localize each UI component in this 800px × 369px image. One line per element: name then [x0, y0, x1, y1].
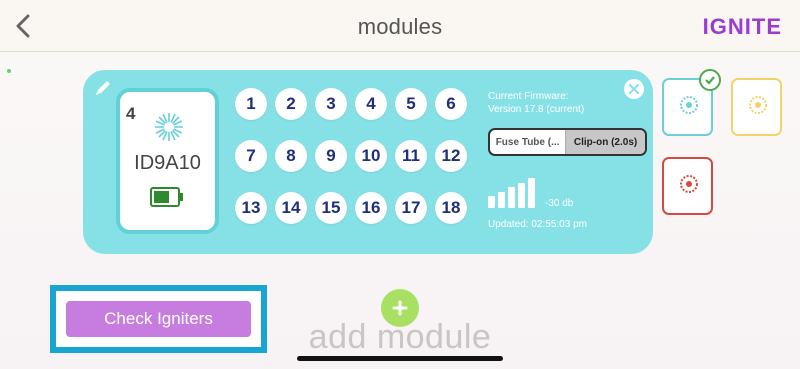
cue-button-13[interactable]: 13 — [235, 192, 267, 224]
close-button[interactable] — [624, 79, 644, 99]
cue-button-11[interactable]: 11 — [395, 140, 427, 172]
battery-icon — [150, 187, 183, 207]
cue-button-4[interactable]: 4 — [355, 88, 387, 120]
signal-bar — [508, 187, 515, 208]
signal-db: -30 db — [545, 198, 574, 209]
edit-pencil-icon[interactable] — [93, 78, 115, 100]
module-card[interactable]: 4 ID9A10 1 2 3 4 5 6 7 8 9 10 11 12 13 14 15 16 17 18 Cur… — [83, 70, 653, 254]
mode-selector[interactable]: Fuse Tube (... Clip-on (2.0s) — [488, 128, 647, 156]
close-icon — [629, 84, 639, 94]
signal-bar — [518, 182, 525, 208]
firmware-label: Current Firmware: — [488, 91, 569, 102]
module-id-panel: 4 ID9A10 — [116, 88, 219, 234]
burst-icon — [749, 96, 767, 114]
cue-button-3[interactable]: 3 — [315, 88, 347, 120]
module-number: 4 — [126, 104, 136, 123]
selected-check-icon — [699, 69, 721, 91]
signal-strength-icon — [488, 178, 542, 208]
brand-logo: IGNITE — [702, 14, 782, 39]
cue-button-5[interactable]: 5 — [395, 88, 427, 120]
cue-button-6[interactable]: 6 — [435, 88, 467, 120]
module-id: ID9A10 — [134, 152, 201, 174]
cue-button-9[interactable]: 9 — [315, 140, 347, 172]
cue-button-8[interactable]: 8 — [275, 140, 307, 172]
mode-option-clip-on[interactable]: Clip-on (2.0s) — [565, 130, 645, 154]
page-title: modules — [357, 14, 443, 39]
burst-icon — [155, 113, 183, 141]
cue-button-18[interactable]: 18 — [435, 192, 467, 224]
home-indicator — [297, 356, 503, 361]
burst-icon — [680, 96, 698, 114]
header-bar: modules IGNITE — [0, 0, 800, 52]
signal-bar — [498, 191, 505, 208]
plus-icon — [392, 300, 408, 316]
cue-button-12[interactable]: 12 — [435, 140, 467, 172]
signal-bar — [528, 178, 535, 208]
cue-button-1[interactable]: 1 — [235, 88, 267, 120]
firmware-version: Version 17.8 (current) — [488, 104, 585, 115]
cue-button-14[interactable]: 14 — [275, 192, 307, 224]
module-tile-3[interactable] — [662, 157, 713, 215]
mode-option-fuse-tube[interactable]: Fuse Tube (... — [490, 130, 565, 154]
signal-bar — [488, 196, 495, 208]
cue-button-17[interactable]: 17 — [395, 192, 427, 224]
updated-time: Updated: 02:55:03 pm — [488, 219, 587, 230]
check-igniters-button[interactable]: Check Igniters — [66, 301, 251, 337]
cue-button-15[interactable]: 15 — [315, 192, 347, 224]
cue-button-10[interactable]: 10 — [355, 140, 387, 172]
burst-icon — [680, 175, 698, 193]
module-tile-2[interactable] — [731, 78, 782, 136]
cue-button-7[interactable]: 7 — [235, 140, 267, 172]
cue-button-16[interactable]: 16 — [355, 192, 387, 224]
add-module-label[interactable]: add module — [300, 318, 500, 357]
cue-button-2[interactable]: 2 — [275, 88, 307, 120]
status-dot — [7, 69, 11, 73]
cue-grid: 1 2 3 4 5 6 7 8 9 10 11 12 13 14 15 16 17 18 — [235, 88, 475, 238]
check-igniters-highlight: Check Igniters — [50, 285, 267, 353]
